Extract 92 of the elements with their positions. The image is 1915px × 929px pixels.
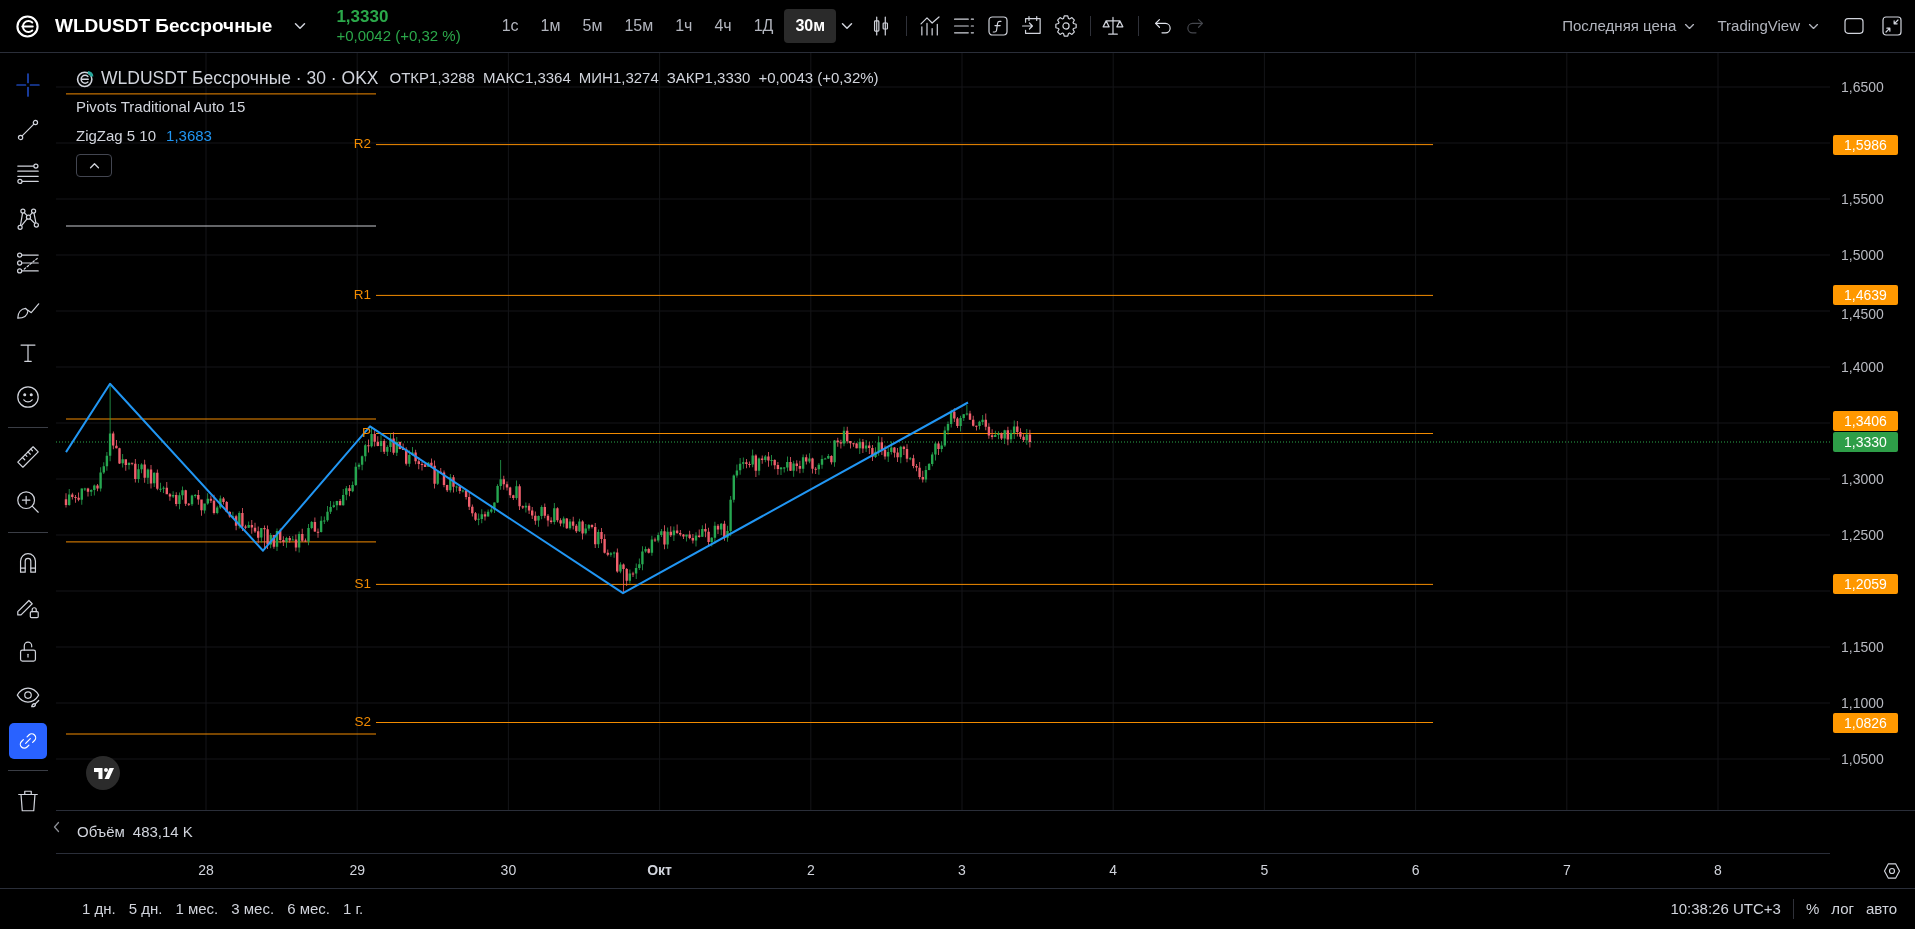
interval-tab[interactable]: 1ч (664, 9, 704, 43)
auto-toggle[interactable]: авто (1859, 894, 1903, 924)
link-button[interactable] (9, 722, 47, 759)
interval-tab[interactable]: 5м (571, 9, 614, 43)
price-tag: 1,3330 (1833, 432, 1898, 452)
collapse-toolbar-button[interactable] (53, 821, 60, 833)
indicator-name: Pivots Traditional Auto 15 (76, 98, 246, 116)
scales-icon (1101, 14, 1126, 38)
percent-toggle[interactable]: % (1799, 894, 1826, 924)
chevron-down-icon (1808, 22, 1819, 30)
interval-tab[interactable]: 1м (529, 9, 572, 43)
pivot-label: R1 (353, 286, 371, 302)
interval-tab[interactable]: 1с (490, 9, 530, 43)
time-tick: 28 (198, 862, 214, 878)
time-tick: 29 (349, 862, 365, 878)
ohlc-label: ЗАКР (666, 69, 705, 87)
collapse-legend-button[interactable] (76, 154, 112, 177)
price-change: +0,0043 (+0,32%) (758, 69, 879, 87)
time-tick: 3 (958, 862, 966, 878)
logo-badge-icon (85, 755, 121, 791)
price-tick: 1,4500 (1841, 305, 1884, 322)
price-tick: 1,1000 (1841, 695, 1884, 711)
zoom-in-icon (15, 488, 41, 515)
price-change: +0,0042 (+0,32 %) (336, 27, 461, 45)
price-tick: 1,6500 (1841, 79, 1884, 95)
settings-icon (1882, 860, 1902, 881)
time-tick: 6 (1411, 862, 1420, 878)
collapse-icon (1880, 14, 1904, 38)
symbol-logo-icon (76, 68, 95, 88)
price-tag: 1,3406 (1833, 411, 1898, 431)
interval-tab[interactable]: 4ч (703, 9, 743, 43)
time-tick: 4 (1109, 862, 1118, 878)
chevron-down-icon (841, 22, 854, 30)
log-toggle[interactable]: лог (1825, 894, 1860, 924)
pivot-label: S2 (354, 714, 371, 729)
price-tag: 1,5986 (1833, 134, 1898, 155)
price-tick: 1,5500 (1841, 191, 1884, 207)
indicator-name: ZigZag 5 10 (76, 127, 157, 145)
price-tick: 1,1500 (1841, 639, 1884, 655)
interval-tab[interactable]: 1Д (742, 9, 785, 43)
time-tick: 2 (806, 862, 815, 878)
settings-icon (1054, 14, 1079, 38)
price-source-dropdown[interactable]: Последняя цена (1556, 9, 1702, 43)
time-tick: Окт (647, 862, 672, 878)
interval-tab[interactable]: 30м (784, 9, 837, 43)
chevron-down-icon (1684, 22, 1696, 30)
chevron-down-icon (294, 22, 307, 30)
ohlc-value: 1,3288 (429, 69, 475, 87)
time-tick: 5 (1260, 862, 1269, 878)
ohlc-label: МИН (578, 69, 613, 87)
price-tick: 1,4000 (1841, 359, 1884, 375)
symbol-button[interactable]: WLDUSDT Бессрочные (55, 11, 273, 41)
dotted-levels-icon (15, 250, 41, 277)
range-button[interactable]: 3 мес. (226, 894, 280, 924)
crosshair-icon (15, 72, 41, 98)
ohlc-value: 1,3330 (704, 69, 751, 87)
volume-value: 483,14 K (132, 823, 193, 841)
price-tick: 1,3000 (1841, 471, 1884, 487)
last-price: 1,3330 (336, 7, 390, 27)
range-button[interactable]: 6 мес. (282, 894, 335, 924)
coin-logo-icon (16, 14, 39, 38)
ohlc-value: 1,3274 (612, 69, 659, 87)
time-tick: 8 (1714, 862, 1722, 878)
node-pattern-icon (15, 205, 41, 232)
price-tick: 1,2500 (1841, 527, 1884, 543)
price-tick: 1,5000 (1841, 247, 1884, 263)
ohlc-value: 1,3364 (524, 69, 571, 87)
range-button[interactable]: 5 дн. (123, 894, 168, 924)
clock: 10:38:26 UTC+3 (1670, 898, 1781, 919)
caret-up-icon (88, 162, 100, 169)
pivot-label: R2 (353, 136, 371, 152)
smiley-icon (15, 384, 41, 411)
ohlc-label: ОТКР (389, 69, 430, 87)
legend-title: WLDUSDT Бессрочные · 30 · OKX (101, 66, 379, 90)
interval-tab[interactable]: 15м (613, 9, 665, 43)
price-tick: 1,0500 (1841, 751, 1884, 767)
price-tag: 1,0826 (1833, 712, 1898, 733)
time-tick: 7 (1562, 862, 1571, 878)
ohlc-label: МАКС (482, 69, 525, 87)
time-tick: 30 (500, 862, 517, 878)
range-button[interactable]: 1 г. (337, 894, 369, 924)
volume-label: Объём (77, 823, 125, 841)
chevron-left-icon (53, 821, 60, 833)
ruler-icon (15, 444, 41, 471)
pivot-label: S1 (354, 575, 371, 591)
function-icon (986, 14, 1011, 38)
range-button[interactable]: 1 дн. (77, 894, 121, 924)
indicator-value: 1,3683 (166, 127, 212, 145)
range-button[interactable]: 1 мес. (170, 894, 224, 924)
price-tag: 1,2059 (1833, 574, 1898, 595)
price-tag: 1,4639 (1833, 285, 1898, 306)
layout-dropdown[interactable]: TradingView (1711, 9, 1825, 43)
